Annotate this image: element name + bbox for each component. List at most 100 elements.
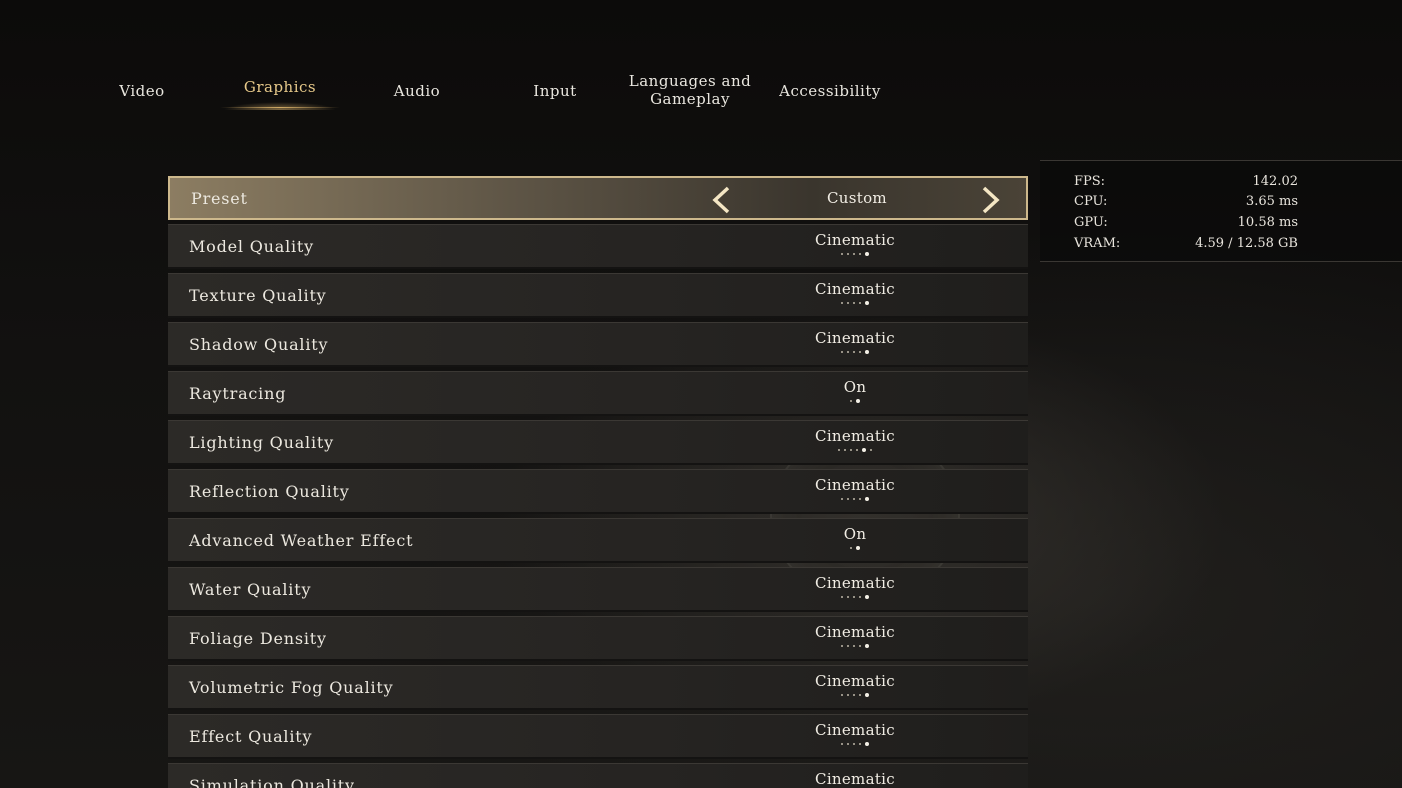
- row-label: Preset: [191, 188, 248, 208]
- setting-row[interactable]: Water Quality Cinematic: [168, 567, 1028, 612]
- setting-value: On: [780, 525, 930, 551]
- tab-accessibility[interactable]: Accessibility: [760, 60, 900, 122]
- setting-value-text: On: [843, 378, 867, 396]
- setting-value-text: Cinematic: [815, 770, 895, 788]
- setting-value: Cinematic: [780, 427, 930, 453]
- level-dot: [850, 547, 852, 549]
- level-dot: [853, 498, 855, 500]
- setting-label: Simulation Quality: [189, 775, 355, 788]
- level-dot: [859, 351, 861, 353]
- level-dot: [865, 742, 869, 746]
- level-dot: [859, 596, 861, 598]
- level-indicator: [780, 692, 930, 698]
- setting-value: Cinematic: [780, 231, 930, 257]
- level-dot: [853, 743, 855, 745]
- level-dot: [847, 498, 849, 500]
- level-dot: [865, 497, 869, 501]
- level-indicator: [780, 251, 930, 257]
- fps-label: FPS:: [1074, 174, 1106, 189]
- level-dot: [865, 350, 869, 354]
- level-dot: [853, 596, 855, 598]
- setting-value-text: Cinematic: [815, 721, 895, 739]
- setting-value-text: Cinematic: [815, 280, 895, 298]
- tab-audio[interactable]: Audio: [347, 60, 487, 122]
- tab-languages-and-gameplay[interactable]: Languages and Gameplay: [622, 59, 758, 121]
- chevron-right-icon[interactable]: [978, 186, 1004, 214]
- vram-readout: VRAM: 4.59 / 12.58 GB: [1074, 236, 1298, 256]
- setting-row[interactable]: Volumetric Fog Quality Cinematic: [168, 665, 1028, 710]
- setting-value-text: Cinematic: [815, 623, 895, 641]
- setting-label: Lighting Quality: [189, 432, 334, 452]
- tab-video[interactable]: Video: [72, 60, 212, 122]
- setting-row[interactable]: Simulation Quality Cinematic: [168, 763, 1028, 788]
- setting-label: Advanced Weather Effect: [189, 530, 414, 550]
- setting-row[interactable]: Reflection Quality Cinematic: [168, 469, 1028, 514]
- setting-value-text: Cinematic: [815, 574, 895, 592]
- setting-label: Water Quality: [189, 579, 312, 599]
- level-dot: [853, 351, 855, 353]
- vram-label: VRAM:: [1074, 236, 1121, 251]
- preset-value-text: Custom: [827, 189, 887, 207]
- setting-value: Cinematic: [780, 476, 930, 502]
- settings-screen: Video Graphics Audio Input Languages and…: [0, 0, 1402, 788]
- setting-label: Shadow Quality: [189, 334, 329, 354]
- level-dot: [841, 253, 843, 255]
- level-indicator: [780, 545, 930, 551]
- level-dot: [859, 694, 861, 696]
- setting-value-text: On: [843, 525, 867, 543]
- setting-row[interactable]: Effect Quality Cinematic: [168, 714, 1028, 759]
- setting-label: Model Quality: [189, 236, 314, 256]
- graphics-settings-list: Preset Custom Model Quality Cinematic Text…: [168, 176, 1028, 788]
- level-dot: [853, 253, 855, 255]
- cpu-value: 3.65 ms: [1245, 194, 1298, 209]
- level-dot: [847, 351, 849, 353]
- setting-row[interactable]: Lighting Quality Cinematic: [168, 420, 1028, 465]
- performance-overlay: FPS: 142.02 CPU: 3.65 ms GPU: 10.58 ms V…: [1040, 160, 1402, 262]
- level-dot: [865, 252, 869, 256]
- level-indicator: [780, 643, 930, 649]
- level-dot: [847, 302, 849, 304]
- setting-value: Cinematic: [780, 329, 930, 355]
- level-dot: [841, 302, 843, 304]
- setting-value-text: Cinematic: [815, 476, 895, 494]
- fps-value: 142.02: [1252, 174, 1299, 189]
- level-dot: [856, 449, 858, 451]
- gpu-value: 10.58 ms: [1237, 215, 1298, 230]
- gpu-label: GPU:: [1074, 215, 1108, 230]
- level-indicator: [780, 349, 930, 355]
- level-dot: [859, 498, 861, 500]
- setting-value-text: Cinematic: [815, 427, 895, 445]
- level-dot: [865, 595, 869, 599]
- setting-row[interactable]: Shadow Quality Cinematic: [168, 322, 1028, 367]
- level-dot: [856, 399, 860, 403]
- level-dot: [856, 546, 860, 550]
- setting-row[interactable]: Texture Quality Cinematic: [168, 273, 1028, 318]
- level-dot: [859, 302, 861, 304]
- vram-value: 4.59 / 12.58 GB: [1195, 236, 1298, 251]
- cpu-readout: CPU: 3.65 ms: [1074, 194, 1298, 214]
- setting-value-text: Cinematic: [815, 231, 895, 249]
- setting-label: Foliage Density: [189, 628, 327, 648]
- level-dot: [865, 301, 869, 305]
- setting-row[interactable]: Advanced Weather Effect On: [168, 518, 1028, 563]
- level-dot: [853, 694, 855, 696]
- setting-label: Effect Quality: [189, 726, 313, 746]
- level-dot: [870, 449, 872, 451]
- chevron-left-icon[interactable]: [708, 186, 734, 214]
- setting-value: Cinematic: [780, 574, 930, 600]
- tab-input[interactable]: Input: [485, 60, 625, 122]
- setting-row[interactable]: Foliage Density Cinematic: [168, 616, 1028, 661]
- level-dot: [865, 644, 869, 648]
- tab-graphics[interactable]: Graphics: [210, 56, 350, 118]
- level-dot: [859, 253, 861, 255]
- level-dot: [853, 302, 855, 304]
- preset-row[interactable]: Preset Custom: [168, 176, 1028, 220]
- cpu-label: CPU:: [1074, 194, 1108, 209]
- setting-row[interactable]: Raytracing On: [168, 371, 1028, 416]
- setting-row[interactable]: Model Quality Cinematic: [168, 224, 1028, 269]
- setting-value-text: Cinematic: [815, 329, 895, 347]
- level-dot: [841, 694, 843, 696]
- level-dot: [859, 743, 861, 745]
- level-indicator: [780, 741, 930, 747]
- level-dot: [847, 253, 849, 255]
